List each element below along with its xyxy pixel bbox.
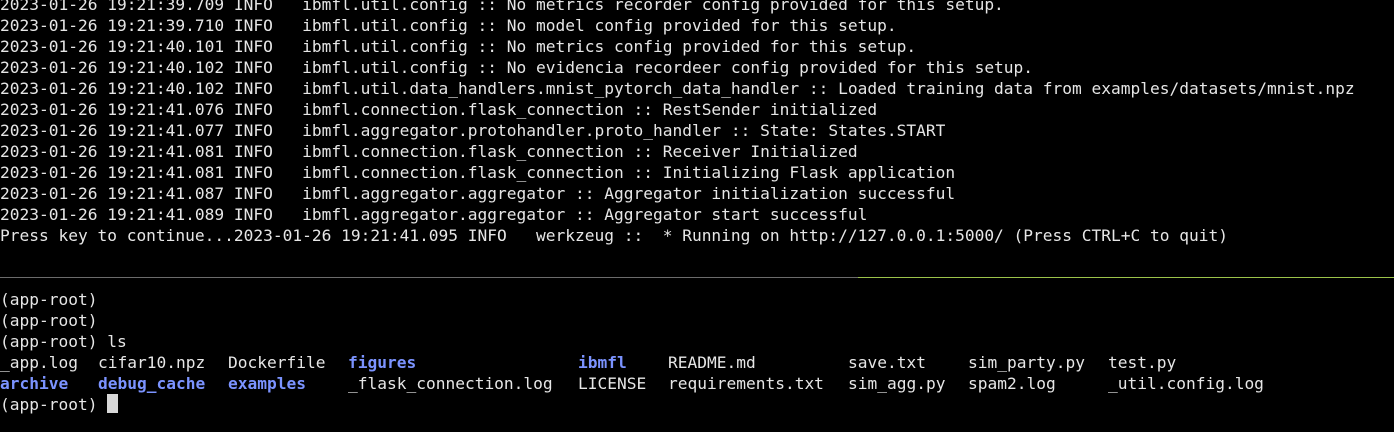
file-entry: test.py	[1108, 353, 1177, 372]
ls-output: _app.log cifar10.npz Dockerfile figures …	[0, 352, 1394, 394]
file-entry: spam2.log	[968, 374, 1056, 393]
log-line: 2023-01-26 19:21:40.102 INFO ibmfl.util.…	[0, 79, 1355, 98]
prompt-line: (app-root)	[0, 290, 98, 309]
log-line: 2023-01-26 19:21:41.087 INFO ibmfl.aggre…	[0, 184, 956, 203]
active-prompt-line[interactable]: (app-root)	[0, 394, 1394, 415]
file-entry: Dockerfile	[228, 353, 326, 372]
log-line: 2023-01-26 19:21:40.101 INFO ibmfl.util.…	[0, 37, 917, 56]
file-entry: save.txt	[848, 353, 926, 372]
prompt-line: (app-root)	[0, 311, 98, 330]
log-line: 2023-01-26 19:21:41.077 INFO ibmfl.aggre…	[0, 121, 946, 140]
file-entry: cifar10.npz	[98, 353, 206, 372]
file-entry: sim_party.py	[968, 353, 1085, 372]
directory-entry: archive	[0, 374, 69, 393]
directory-entry: debug_cache	[98, 374, 206, 393]
directory-entry: ibmfl	[578, 353, 627, 372]
directory-entry: examples	[228, 374, 306, 393]
command-line: (app-root) ls	[0, 332, 127, 351]
log-line: 2023-01-26 19:21:39.710 INFO ibmfl.util.…	[0, 16, 897, 35]
file-entry: _util.config.log	[1108, 374, 1264, 393]
shell-pane[interactable]: (app-root) (app-root) (app-root) ls _app…	[0, 289, 1394, 432]
file-entry: _app.log	[0, 353, 78, 372]
directory-entry: figures	[348, 353, 417, 372]
server-running-line: Press key to continue...2023-01-26 19:21…	[0, 226, 1228, 245]
log-output-pane[interactable]: 2023-01-26 19:21:39.709 INFO ibmfl.util.…	[0, 0, 1394, 266]
file-entry: README.md	[668, 353, 756, 372]
log-line: 2023-01-26 19:21:40.102 INFO ibmfl.util.…	[0, 58, 1034, 77]
file-entry: requirements.txt	[668, 374, 824, 393]
log-line: 2023-01-26 19:21:39.709 INFO ibmfl.util.…	[0, 0, 1004, 14]
log-line: 2023-01-26 19:21:41.081 INFO ibmfl.conne…	[0, 163, 956, 182]
log-line: 2023-01-26 19:21:41.081 INFO ibmfl.conne…	[0, 142, 858, 161]
log-line: 2023-01-26 19:21:41.089 INFO ibmfl.aggre…	[0, 205, 868, 224]
log-line: 2023-01-26 19:21:41.076 INFO ibmfl.conne…	[0, 100, 878, 119]
cursor-block	[107, 394, 119, 413]
file-entry: _flask_connection.log	[348, 374, 553, 393]
pane-divider-active-segment	[858, 277, 1394, 278]
file-entry: sim_agg.py	[848, 374, 946, 393]
prompt-text: (app-root)	[0, 395, 108, 414]
file-entry: LICENSE	[578, 374, 647, 393]
